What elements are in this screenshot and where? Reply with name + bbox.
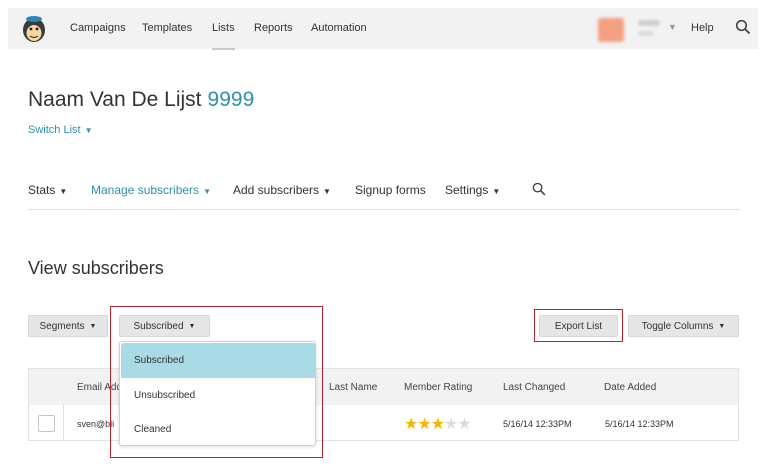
tab-manage-subscribers[interactable]: Manage subscribers ▼: [91, 183, 211, 197]
segments-button[interactable]: Segments ▼: [28, 315, 108, 337]
search-icon[interactable]: [735, 19, 751, 35]
toggle-columns-label: Toggle Columns: [641, 320, 714, 332]
row-email[interactable]: sven@bli: [77, 419, 114, 429]
row-date-added: 5/16/14 12:33PM: [605, 419, 674, 429]
star-filled-icon: ★: [417, 416, 431, 433]
tab-add-subscribers[interactable]: Add subscribers ▼: [233, 183, 331, 197]
account-name-redacted: [638, 20, 660, 26]
chevron-down-icon: ▼: [323, 187, 331, 196]
tab-stats-label: Stats: [28, 183, 56, 197]
nav-lists[interactable]: Lists: [212, 22, 235, 50]
column-date-added[interactable]: Date Added: [604, 382, 656, 393]
column-divider: [63, 405, 64, 441]
tab-signup-forms[interactable]: Signup forms: [355, 183, 426, 197]
column-member-rating[interactable]: Member Rating: [404, 382, 472, 393]
star-empty-icon: ★: [444, 416, 458, 433]
member-rating-stars: ★★★★★: [404, 414, 472, 434]
tab-add-label: Add subscribers: [233, 183, 320, 197]
switch-list-link[interactable]: Switch List ▼: [28, 124, 93, 136]
account-sub-redacted: [638, 31, 654, 36]
chevron-down-icon: ▼: [59, 187, 68, 196]
chevron-down-icon: ▼: [492, 187, 501, 196]
star-empty-icon: ★: [457, 416, 471, 433]
section-title: View subscribers: [28, 258, 164, 278]
subscriber-count: 9999: [207, 88, 255, 111]
chevron-down-icon: ▼: [203, 187, 211, 196]
list-name: Naam Van De Lijst: [28, 88, 202, 111]
tab-manage-label: Manage subscribers: [91, 183, 200, 197]
search-icon[interactable]: [532, 182, 546, 196]
list-subnav: Stats ▼ Manage subscribers ▼ Add subscribe…: [28, 182, 740, 210]
switch-list-label: Switch List: [28, 124, 81, 136]
highlight-status-dropdown: [110, 306, 323, 458]
tab-settings[interactable]: Settings ▼: [445, 183, 500, 197]
row-last-changed: 5/16/14 12:33PM: [503, 419, 572, 429]
tab-signup-label: Signup forms: [355, 183, 426, 197]
avatar: [598, 18, 624, 42]
tab-stats[interactable]: Stats ▼: [28, 183, 67, 197]
nav-campaigns[interactable]: Campaigns: [70, 22, 126, 34]
help-link[interactable]: Help: [691, 22, 714, 34]
nav-automation[interactable]: Automation: [311, 22, 367, 34]
chimp-logo-icon[interactable]: [20, 14, 48, 44]
column-last-changed[interactable]: Last Changed: [503, 382, 565, 393]
toggle-columns-button[interactable]: Toggle Columns ▼: [628, 315, 739, 337]
account-menu[interactable]: ▼: [598, 16, 678, 42]
top-nav: Campaigns Templates Lists Reports Automa…: [8, 8, 758, 50]
nav-templates[interactable]: Templates: [142, 22, 192, 34]
page-title: Naam Van De Lijst 9999: [28, 88, 254, 112]
tab-settings-label: Settings: [445, 183, 489, 197]
nav-reports[interactable]: Reports: [254, 22, 293, 34]
chevron-down-icon: ▼: [84, 126, 93, 135]
star-filled-icon: ★: [430, 416, 445, 433]
highlight-export-list: [534, 309, 623, 342]
chevron-down-icon: ▼: [89, 322, 97, 330]
row-checkbox[interactable]: [38, 415, 55, 432]
chevron-down-icon: ▼: [668, 22, 677, 32]
column-last-name[interactable]: Last Name: [329, 382, 377, 393]
segments-label: Segments: [39, 320, 85, 332]
chevron-down-icon: ▼: [718, 322, 726, 330]
star-filled-icon: ★: [404, 416, 418, 433]
